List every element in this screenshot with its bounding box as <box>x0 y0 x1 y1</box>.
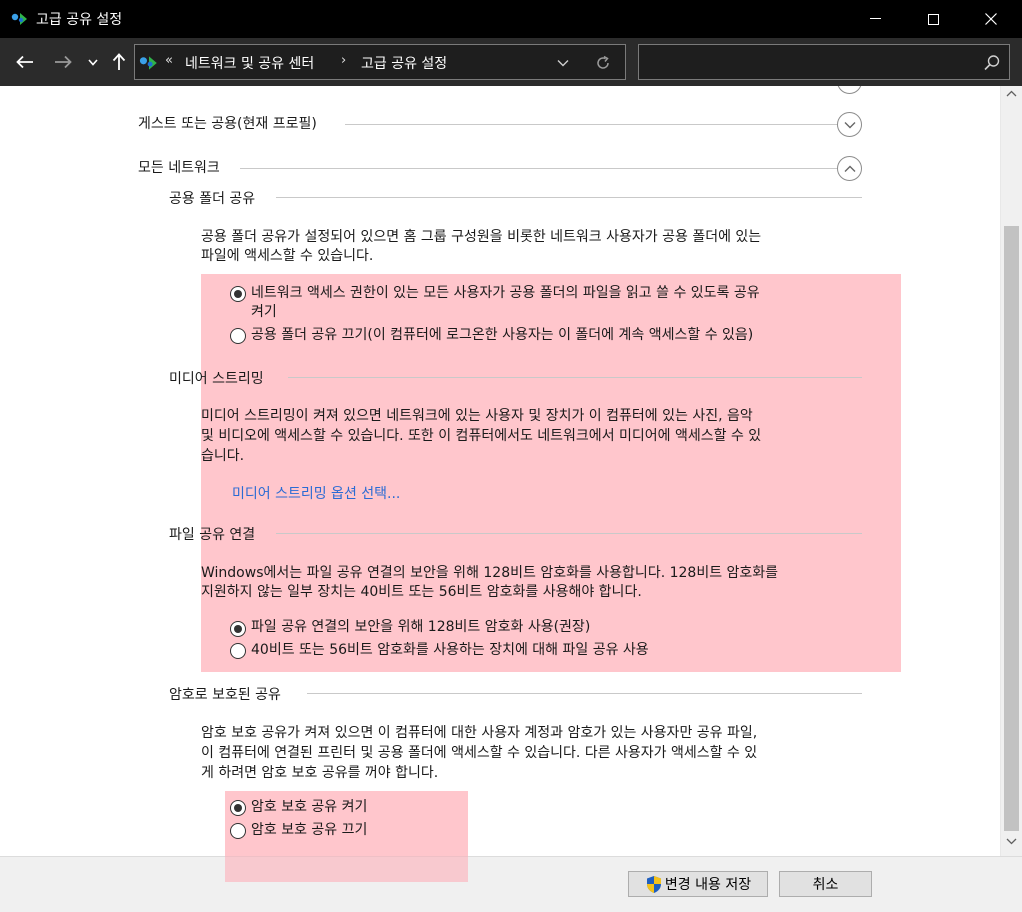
address-bar[interactable]: « 네트워크 및 공유 센터 › 고급 공유 설정 <box>134 44 626 80</box>
public-folder-sharing-heading: 공용 폴더 공유 <box>169 191 256 207</box>
save-changes-label: 변경 내용 저장 <box>664 877 752 893</box>
dialog-footer: 변경 내용 저장 취소 <box>0 856 1022 912</box>
close-button[interactable] <box>962 0 1020 38</box>
save-changes-button[interactable]: 변경 내용 저장 <box>628 871 768 897</box>
title-bar: 고급 공유 설정 <box>0 0 1022 38</box>
profile-guest-public-heading[interactable]: 게스트 또는 공용(현재 프로필) <box>138 113 317 133</box>
password-protected-sharing-heading: 암호로 보호된 공유 <box>169 687 281 703</box>
recent-locations-button[interactable] <box>84 48 102 76</box>
highlight-region-2-overlay <box>225 856 468 882</box>
password-sharing-description-line3: 게 하려면 암호 보호 공유를 꺼야 합니다. <box>201 765 439 781</box>
cancel-button[interactable]: 취소 <box>779 871 872 897</box>
breadcrumb-overflow[interactable]: « <box>165 53 173 68</box>
media-streaming-description-line2: 및 비디오에 액세스할 수 있습니다. 또한 이 컴퓨터에서도 네트워크에서 미… <box>201 428 762 444</box>
search-input[interactable] <box>638 44 1010 80</box>
arrow-right-icon <box>55 55 72 69</box>
navigation-bar: « 네트워크 및 공유 센터 › 고급 공유 설정 <box>0 38 1022 86</box>
password-sharing-on-radio[interactable] <box>230 800 246 816</box>
expand-guest-public-button[interactable] <box>837 112 862 137</box>
public-folder-off-label[interactable]: 공용 폴더 공유 끄기(이 컴퓨터에 로그온한 사용자는 이 폴더에 계속 액세… <box>251 325 753 345</box>
password-sharing-description-line2: 이 컴퓨터에 연결된 프린터 및 공용 폴더에 액세스할 수 있습니다. 다른 … <box>201 745 758 761</box>
media-streaming-description-line1: 미디어 스트리밍이 켜져 있으면 네트워크에 있는 사용자 및 장치가 이 컴퓨… <box>201 408 753 424</box>
back-button[interactable] <box>11 48 39 76</box>
window-title: 고급 공유 설정 <box>36 12 123 28</box>
encryption-40-56-radio[interactable] <box>230 643 246 659</box>
divider <box>276 533 862 534</box>
chevron-down-icon <box>844 121 855 128</box>
chevron-down-icon <box>557 60 569 67</box>
arrow-left-icon <box>16 55 33 69</box>
breadcrumb-network-sharing-center[interactable]: 네트워크 및 공유 센터 <box>185 53 314 73</box>
up-button[interactable] <box>106 48 132 76</box>
forward-button[interactable] <box>49 48 77 76</box>
encryption-128-label[interactable]: 파일 공유 연결의 보안을 위해 128비트 암호화 사용(권장) <box>251 617 590 637</box>
uac-shield-icon <box>646 875 661 893</box>
maximize-button[interactable] <box>904 0 962 38</box>
public-folder-description-line2: 파일에 액세스할 수 있습니다. <box>201 248 374 264</box>
password-sharing-on-label[interactable]: 암호 보호 공유 켜기 <box>251 797 367 817</box>
media-streaming-heading: 미디어 스트리밍 <box>169 371 264 387</box>
address-dropdown-button[interactable] <box>553 54 573 72</box>
encryption-40-56-label[interactable]: 40비트 또는 56비트 암호화를 사용하는 장치에 대해 파일 공유 사용 <box>251 640 649 660</box>
scrollbar-thumb[interactable] <box>1004 226 1019 831</box>
public-folder-on-label-line1[interactable]: 네트워크 액세스 권한이 있는 모든 사용자가 공용 폴더의 파일을 읽고 쓸 … <box>251 283 760 303</box>
vertical-scrollbar[interactable] <box>1000 86 1022 856</box>
scroll-down-icon[interactable] <box>1006 838 1017 845</box>
profile-all-networks-heading[interactable]: 모든 네트워크 <box>138 157 220 177</box>
file-sharing-description-line1: Windows에서는 파일 공유 연결의 보안을 위해 128비트 암호화를 사… <box>201 565 779 581</box>
divider <box>288 377 862 378</box>
chevron-up-icon <box>844 165 855 172</box>
maximize-icon <box>927 13 939 25</box>
password-sharing-off-label[interactable]: 암호 보호 공유 끄기 <box>251 820 367 840</box>
media-streaming-description-line3: 습니다. <box>201 448 245 464</box>
arrow-up-icon <box>112 53 126 70</box>
divider <box>307 693 862 694</box>
cancel-label: 취소 <box>812 877 839 893</box>
divider <box>240 168 837 169</box>
minimize-icon <box>869 18 881 19</box>
password-sharing-off-radio[interactable] <box>230 823 246 839</box>
divider <box>345 124 837 125</box>
password-sharing-description-line1: 암호 보호 공유가 켜져 있으면 이 컴퓨터에 대한 사용자 계정과 암호가 있… <box>201 725 758 741</box>
public-folder-description-line1: 공용 폴더 공유가 설정되어 있으면 홈 그룹 구성원을 비롯한 네트워크 사용… <box>201 229 762 245</box>
network-sharing-icon <box>139 56 157 70</box>
divider <box>276 197 862 198</box>
network-sharing-icon <box>11 13 27 25</box>
public-folder-on-radio[interactable] <box>230 286 246 302</box>
minimize-button[interactable] <box>846 0 904 38</box>
file-sharing-connections-heading: 파일 공유 연결 <box>169 527 256 543</box>
collapse-all-networks-button[interactable] <box>837 156 862 181</box>
public-folder-on-label-line2[interactable]: 켜기 <box>251 302 277 322</box>
breadcrumb-separator[interactable]: › <box>341 53 346 68</box>
refresh-icon <box>597 55 609 69</box>
settings-content: 게스트 또는 공용(현재 프로필) 모든 네트워크 공용 폴더 공유 공용 폴더… <box>0 86 1000 856</box>
scroll-up-icon[interactable] <box>1006 90 1017 97</box>
search-icon <box>984 55 1000 71</box>
breadcrumb-advanced-sharing-settings[interactable]: 고급 공유 설정 <box>361 53 447 73</box>
file-sharing-description-line2: 지원하지 않는 일부 장치는 40비트 또는 56비트 암호화를 사용해야 합니… <box>201 584 642 600</box>
chevron-down-icon <box>88 58 98 66</box>
encryption-128-radio[interactable] <box>230 621 246 637</box>
refresh-button[interactable] <box>592 53 614 73</box>
collapse-previous-profile-button[interactable] <box>837 86 862 94</box>
public-folder-off-radio[interactable] <box>230 328 246 344</box>
close-icon <box>985 13 997 25</box>
media-streaming-options-link[interactable]: 미디어 스트리밍 옵션 선택... <box>232 483 400 503</box>
